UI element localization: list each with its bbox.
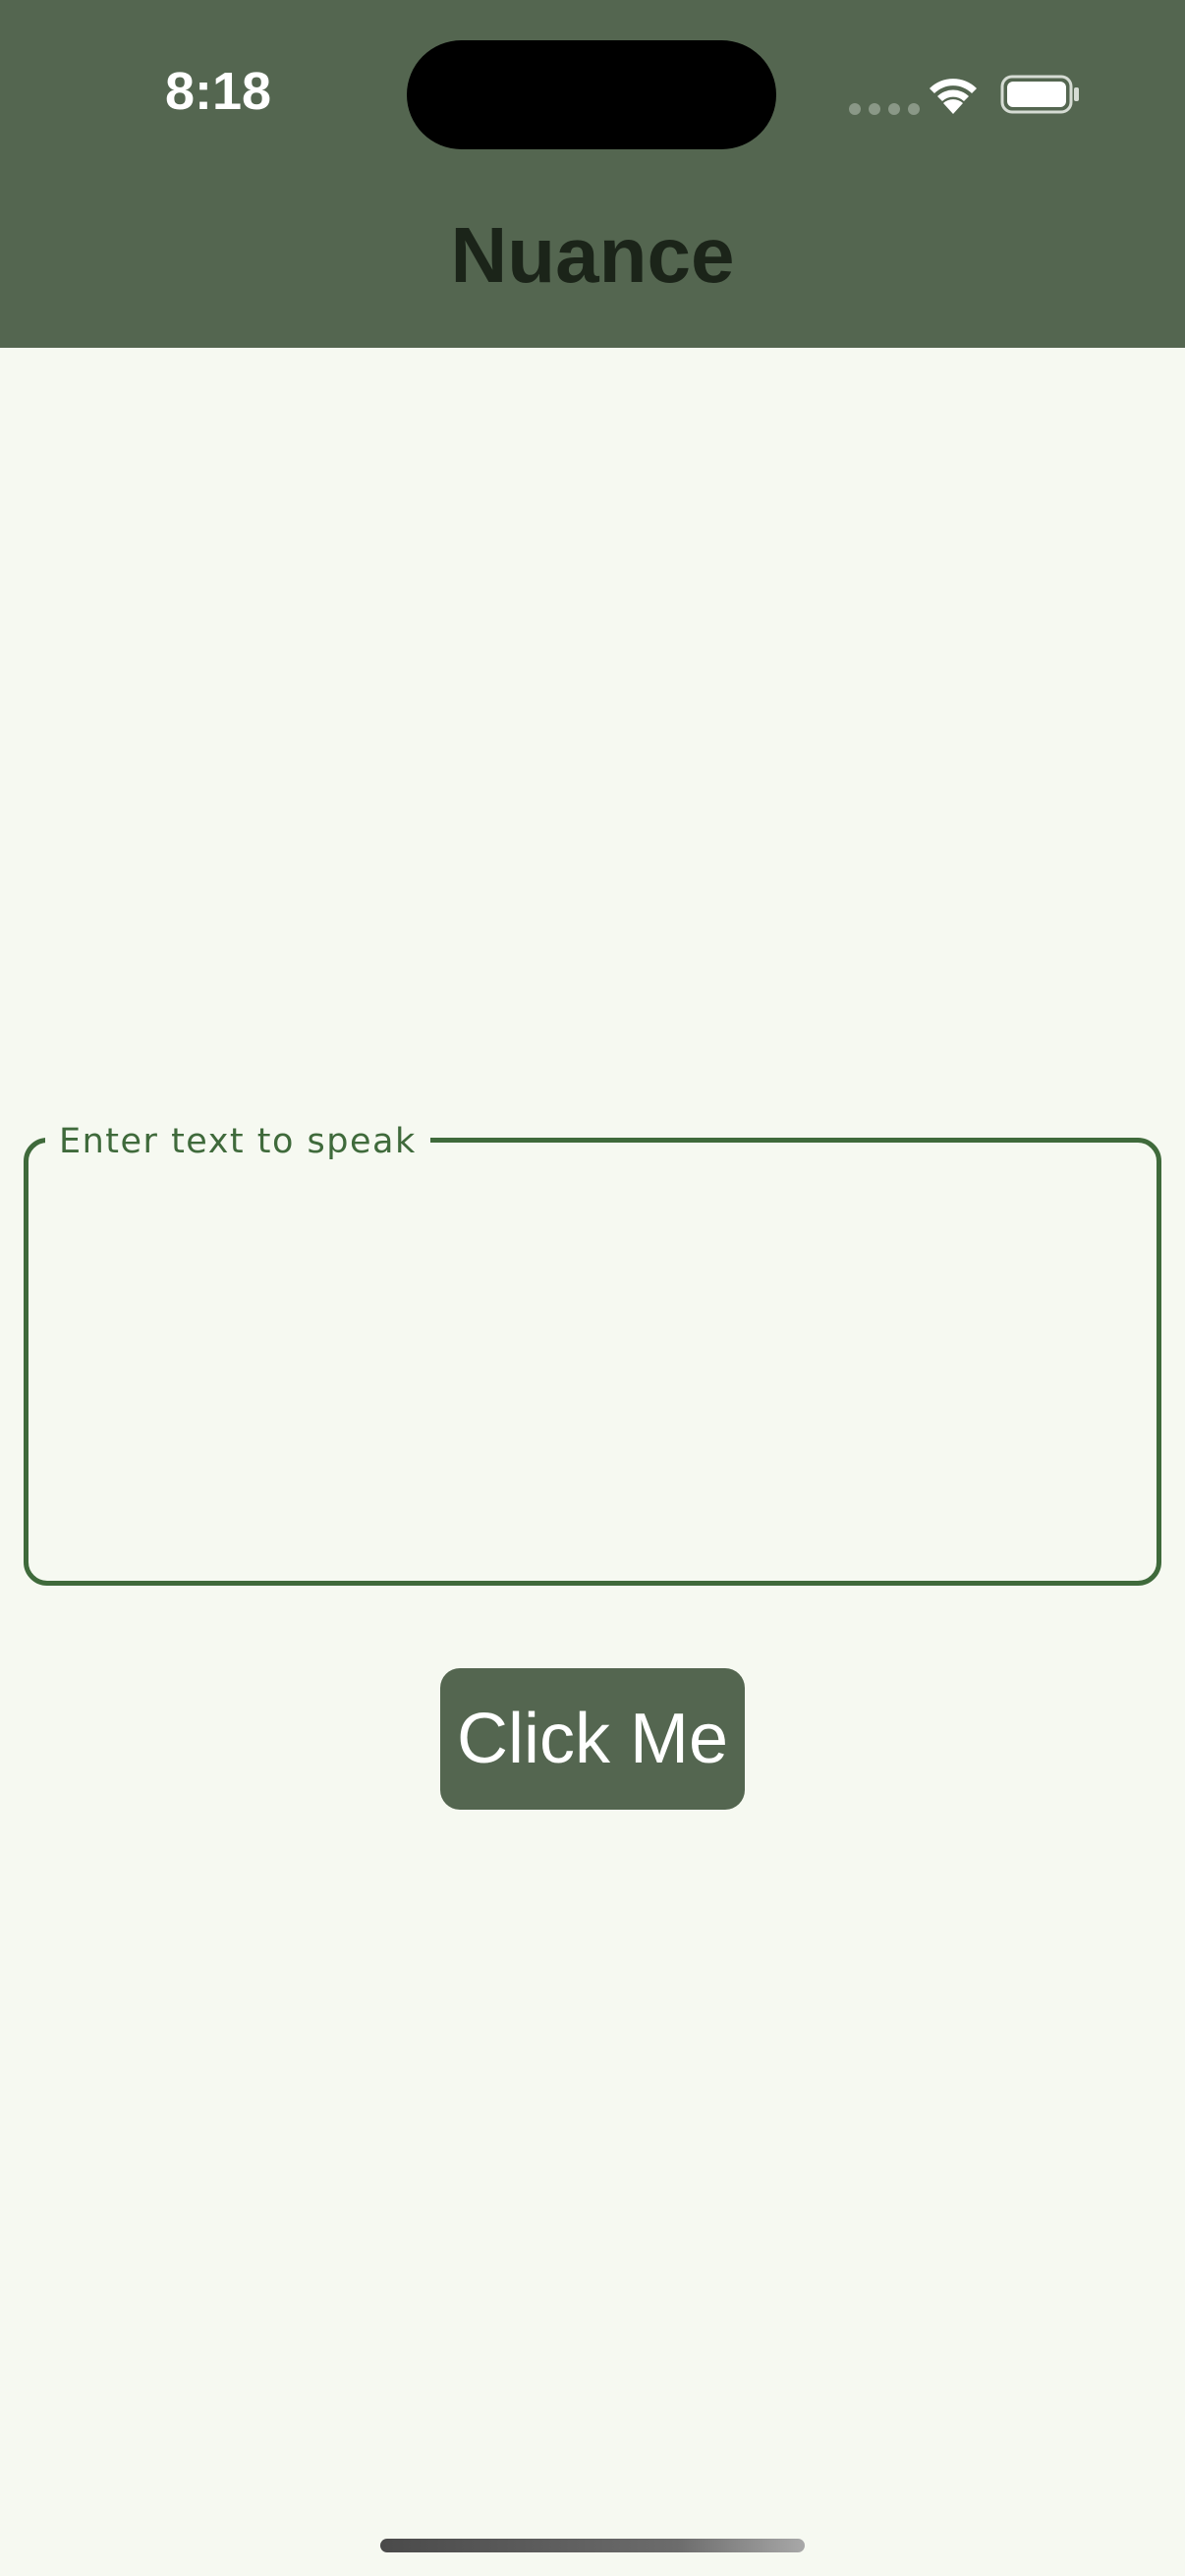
battery-icon — [1000, 75, 1079, 114]
text-to-speak-input[interactable] — [49, 1179, 1134, 1556]
home-indicator[interactable] — [380, 2539, 805, 2552]
wifi-icon — [930, 79, 977, 114]
app-title: Nuance — [450, 211, 735, 299]
text-to-speak-label: Enter text to speak — [45, 1120, 430, 1163]
status-bar-time: 8:18 — [164, 62, 272, 121]
signal-icon — [849, 103, 920, 115]
click-me-button[interactable]: Click Me — [440, 1668, 745, 1810]
dynamic-island — [407, 40, 776, 149]
app-bar: 8:18 Nuance — [0, 0, 1185, 348]
